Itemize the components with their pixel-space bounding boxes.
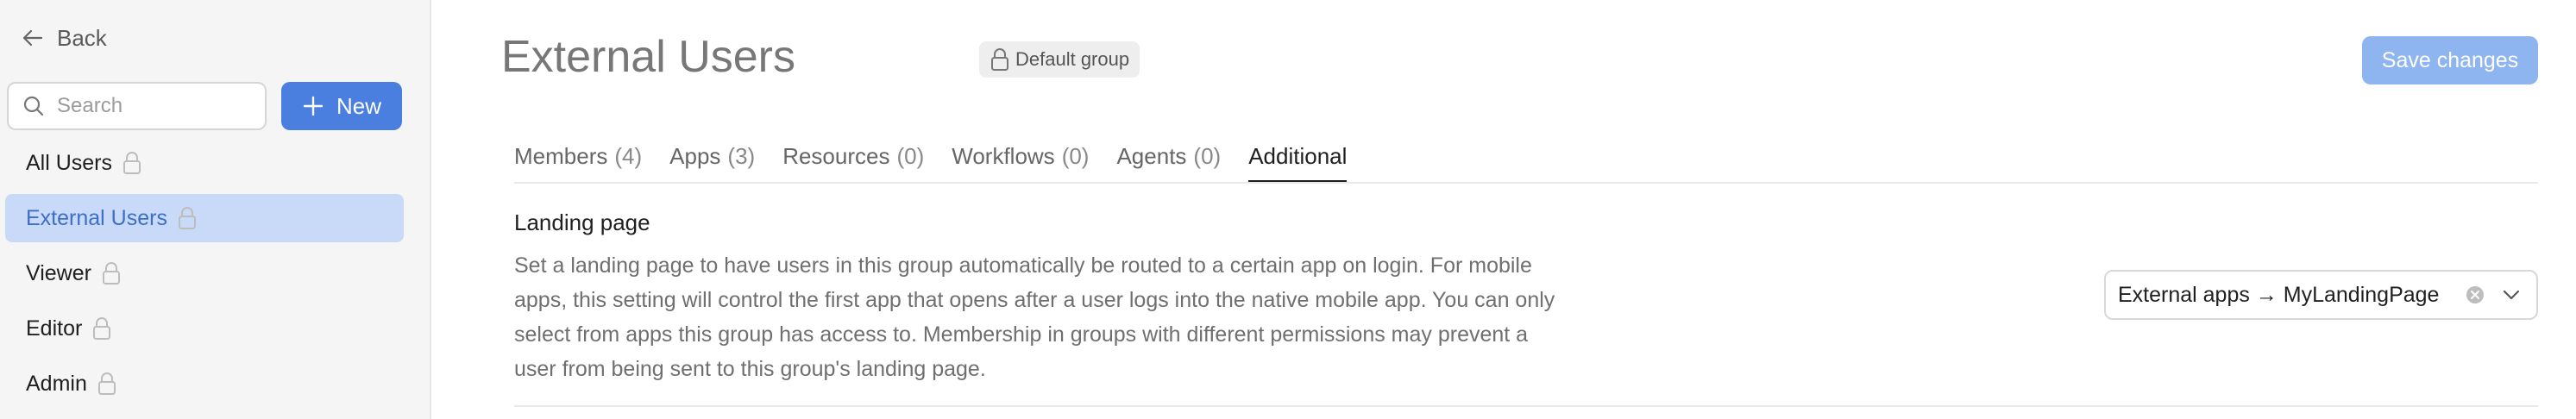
search-input[interactable] [57, 94, 247, 118]
sidebar-group-item[interactable]: Viewer [5, 249, 404, 297]
new-button-label: New [336, 92, 381, 119]
landing-select-value: External apps → MyLandingPage [2118, 282, 2440, 307]
lock-icon [102, 262, 120, 285]
save-changes-button[interactable]: Save changes [2362, 36, 2538, 84]
save-label: Save changes [2381, 47, 2519, 72]
tab-count: (4) [614, 143, 643, 169]
badge-label: Default group [1015, 48, 1130, 70]
tab-additional[interactable]: Additional [1248, 136, 1348, 183]
group-label: External Users [26, 205, 167, 230]
lock-icon [97, 372, 116, 395]
lock-icon [123, 152, 141, 174]
sidebar-group-item[interactable]: All Users [5, 139, 404, 187]
tab-apps[interactable]: Apps (3) [669, 136, 755, 183]
landing-page-title: Landing page [514, 210, 650, 235]
tab-label: Workflows [952, 143, 1055, 169]
search-box[interactable] [7, 82, 267, 130]
landing-page-select[interactable]: External apps → MyLandingPage [2104, 270, 2538, 320]
tab-count: (3) [727, 143, 756, 169]
tab-label: Resources [782, 143, 890, 169]
new-group-button[interactable]: New [281, 82, 402, 130]
group-list: All Users External Users Viewer Editor Admin [5, 139, 404, 415]
group-label: Viewer [26, 260, 91, 285]
tab-label: Agents [1116, 143, 1187, 169]
sidebar-group-item[interactable]: Admin [5, 360, 404, 408]
group-label: All Users [26, 150, 113, 175]
sidebar-group-item[interactable]: External Users [5, 194, 404, 242]
landing-page-description: Set a landing page to have users in this… [514, 253, 1555, 381]
tab-resources[interactable]: Resources (0) [782, 136, 924, 183]
tab-count: (0) [1193, 143, 1222, 169]
tab-agents[interactable]: Agents (0) [1116, 136, 1221, 183]
plus-icon [303, 96, 324, 116]
arrow-left-icon [22, 29, 43, 47]
tab-bar: Members (4) Apps (3) Resources (0) Workflows (0… [514, 136, 1348, 183]
tab-label: Apps [669, 143, 721, 169]
section-divider [514, 405, 2538, 407]
page-title: External Users [501, 32, 795, 82]
search-icon [23, 96, 44, 116]
clear-circle-icon[interactable] [2464, 284, 2486, 306]
sidebar: Back New All Users External Users Viewer Ed… [0, 0, 431, 419]
tab-workflows[interactable]: Workflows (0) [952, 136, 1089, 183]
group-label: Editor [26, 316, 83, 341]
tab-count: (0) [896, 143, 925, 169]
tab-label: Members [514, 143, 608, 169]
lock-icon [991, 48, 1008, 71]
lock-icon [178, 207, 196, 229]
chevron-down-icon[interactable] [2500, 284, 2523, 306]
tabs-divider [514, 182, 2538, 184]
tab-count: (0) [1061, 143, 1090, 169]
group-label: Admin [26, 371, 87, 396]
back-label: Back [57, 24, 107, 51]
back-button[interactable]: Back [21, 21, 107, 55]
tab-members[interactable]: Members (4) [514, 136, 642, 183]
sidebar-group-item[interactable]: Editor [5, 304, 404, 353]
default-group-badge: Default group [979, 41, 1140, 78]
lock-icon [93, 317, 111, 340]
tab-label: Additional [1248, 143, 1348, 169]
